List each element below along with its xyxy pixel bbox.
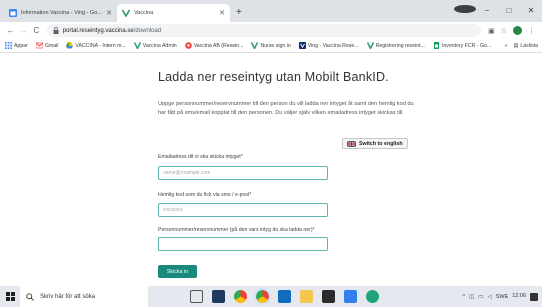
forward-button[interactable]: → bbox=[17, 26, 30, 35]
reload-button[interactable]: C bbox=[30, 26, 43, 35]
tab-title: Vaccina bbox=[134, 10, 154, 16]
drive-icon bbox=[66, 42, 74, 49]
task-view-icon[interactable] bbox=[190, 290, 203, 303]
taskbar-apps bbox=[190, 288, 388, 305]
star-icon[interactable]: ☆ bbox=[501, 27, 507, 35]
bookmark-vaccina-intern[interactable]: VACCINA - Intern m... bbox=[66, 42, 126, 49]
tab-vaccina[interactable]: Vaccina ✕ bbox=[117, 4, 230, 22]
email-field[interactable]: name@example.com bbox=[158, 166, 328, 180]
bookmark-label: Gmail bbox=[44, 42, 59, 49]
tab-close-icon[interactable]: ✕ bbox=[106, 9, 112, 17]
intro-text: Uppge personnummer/reservnummer till den… bbox=[158, 101, 414, 116]
reading-list-icon[interactable]: ▤ bbox=[514, 43, 519, 49]
maximize-button[interactable]: □ bbox=[498, 6, 520, 15]
bookmark-label: Ving - Vaccina Rese... bbox=[307, 42, 359, 49]
calendar-icon bbox=[9, 9, 17, 17]
keyboard-language[interactable]: SWE bbox=[496, 294, 509, 300]
profile-avatar[interactable]: C bbox=[512, 26, 522, 35]
network-icon[interactable]: ◫ bbox=[469, 294, 474, 300]
menu-icon[interactable]: ⋮ bbox=[528, 27, 535, 35]
email-label: Emailadress dit vi ska skicka intyget* bbox=[158, 154, 243, 160]
switch-language-button[interactable]: Switch to english bbox=[342, 138, 408, 149]
extensions-icon[interactable]: ▣ bbox=[488, 27, 495, 35]
url-host: portal.reseintyg.vaccina.se bbox=[62, 27, 134, 34]
bookmark-nurse-sign-in[interactable]: Nurse sign in bbox=[251, 42, 291, 51]
page-content: Ladda ner reseintyg utan Mobilt BankID. … bbox=[0, 53, 542, 286]
vaccina-v-icon bbox=[121, 9, 131, 18]
teams-icon[interactable] bbox=[344, 290, 357, 303]
back-button[interactable]: ← bbox=[4, 26, 17, 35]
tray-expand-icon[interactable]: ^ bbox=[462, 294, 465, 300]
bookmark-gmail[interactable]: Gmail bbox=[35, 42, 59, 49]
gmail-icon bbox=[35, 42, 44, 49]
minimize-button[interactable]: − bbox=[476, 6, 498, 15]
bookmark-vaccina-admin[interactable]: Vaccina Admin bbox=[133, 42, 177, 51]
taskbar-clock[interactable]: 12:06 bbox=[512, 293, 526, 300]
bookmark-label: Vaccina Admin bbox=[142, 42, 177, 49]
outlook-icon[interactable] bbox=[278, 290, 291, 303]
bookmark-label: Appar bbox=[14, 42, 28, 49]
windows-start-icon[interactable] bbox=[0, 286, 20, 307]
bookmark-inventory[interactable]: Inventory FCR - Go... bbox=[433, 42, 491, 49]
uk-flag-icon bbox=[346, 140, 357, 147]
personnummer-field[interactable] bbox=[158, 237, 328, 251]
ving-icon bbox=[298, 42, 306, 49]
notification-center-icon[interactable] bbox=[530, 292, 538, 301]
bookmark-label: Inventory FCR - Go... bbox=[441, 42, 492, 49]
browser-toolbar: ← → C portal.reseintyg.vaccina.se/downlo… bbox=[0, 22, 542, 39]
browser-tab-strip: Information Vaccina - Ving - Go... ✕ Vac… bbox=[0, 0, 542, 22]
sheets-icon bbox=[433, 42, 440, 49]
tab-title: Information Vaccina - Ving - Go... bbox=[21, 10, 102, 16]
red-circle-icon bbox=[184, 42, 192, 49]
bookmark-appar[interactable]: Appar bbox=[5, 42, 28, 49]
taskbar-search-placeholder: Skriv här för att söka bbox=[40, 293, 96, 300]
switch-language-label: Switch to english bbox=[359, 140, 403, 147]
taskbar-search-box[interactable]: Skriv här för att söka bbox=[20, 286, 148, 307]
vaccina-v-icon bbox=[251, 42, 259, 51]
tab-close-icon[interactable]: ✕ bbox=[219, 9, 225, 17]
lock-app-icon[interactable] bbox=[322, 290, 335, 303]
bookmarks-overflow-area: » ▤ Läslista bbox=[501, 39, 538, 52]
vaccina-v-icon bbox=[133, 42, 141, 51]
url-path: /download bbox=[133, 27, 162, 34]
chrome-icon[interactable] bbox=[234, 290, 247, 303]
chrome-active-icon[interactable] bbox=[254, 288, 271, 305]
bookmark-ving[interactable]: Ving - Vaccina Rese... bbox=[298, 42, 359, 49]
toolbar-actions: ▣ ☆ C ⋮ bbox=[485, 26, 538, 35]
search-icon bbox=[26, 292, 34, 301]
submit-button[interactable]: Skicka in bbox=[158, 265, 197, 278]
bookmark-label: Vaccina AB (Resein... bbox=[193, 42, 244, 49]
reading-list-label[interactable]: Läslista bbox=[520, 43, 538, 49]
battery-icon[interactable]: ▭ bbox=[478, 294, 483, 300]
new-tab-button[interactable]: + bbox=[236, 4, 242, 22]
window-controls: − □ ✕ bbox=[454, 2, 542, 18]
windows-taskbar: Skriv här för att söka ^ ◫ ▭ ◁ SWE 12:06 bbox=[0, 286, 542, 307]
tab-information-vaccina[interactable]: Information Vaccina - Ving - Go... ✕ bbox=[4, 4, 117, 22]
bookmarks-bar: Appar Gmail VACCINA - Intern m... Vaccin… bbox=[0, 39, 542, 53]
volume-icon[interactable]: ◁ bbox=[487, 294, 491, 300]
vaccina-v-icon bbox=[366, 42, 374, 51]
secret-code-label: Hemlig kod som du fick via sms / e-post* bbox=[158, 192, 252, 198]
close-window-button[interactable]: ✕ bbox=[520, 6, 542, 15]
bookmark-registrering[interactable]: Registrering reseint... bbox=[366, 42, 425, 51]
bookmark-label: Registrering reseint... bbox=[375, 42, 425, 49]
bookmark-label: VACCINA - Intern m... bbox=[75, 42, 126, 49]
apps-grid-icon bbox=[5, 42, 12, 49]
edge-icon[interactable] bbox=[366, 290, 379, 303]
personnummer-label: Personnummer/reservnummer (på den vars i… bbox=[158, 227, 315, 233]
secret-code-field[interactable]: xxxxxxxx bbox=[158, 203, 328, 217]
profile-menu-icon[interactable] bbox=[454, 5, 476, 15]
bookmark-vaccina-ab[interactable]: Vaccina AB (Resein... bbox=[184, 42, 244, 49]
lock-icon[interactable] bbox=[53, 27, 59, 34]
bookmark-label: Nurse sign in bbox=[260, 42, 291, 49]
bookmarks-overflow-button[interactable]: » bbox=[505, 43, 508, 49]
address-bar[interactable]: portal.reseintyg.vaccina.se/download bbox=[46, 24, 482, 37]
store-icon[interactable] bbox=[212, 290, 225, 303]
file-explorer-icon[interactable] bbox=[300, 290, 313, 303]
page-title: Ladda ner reseintyg utan Mobilt BankID. bbox=[158, 70, 389, 84]
system-tray: ^ ◫ ▭ ◁ SWE 12:06 bbox=[460, 286, 540, 307]
